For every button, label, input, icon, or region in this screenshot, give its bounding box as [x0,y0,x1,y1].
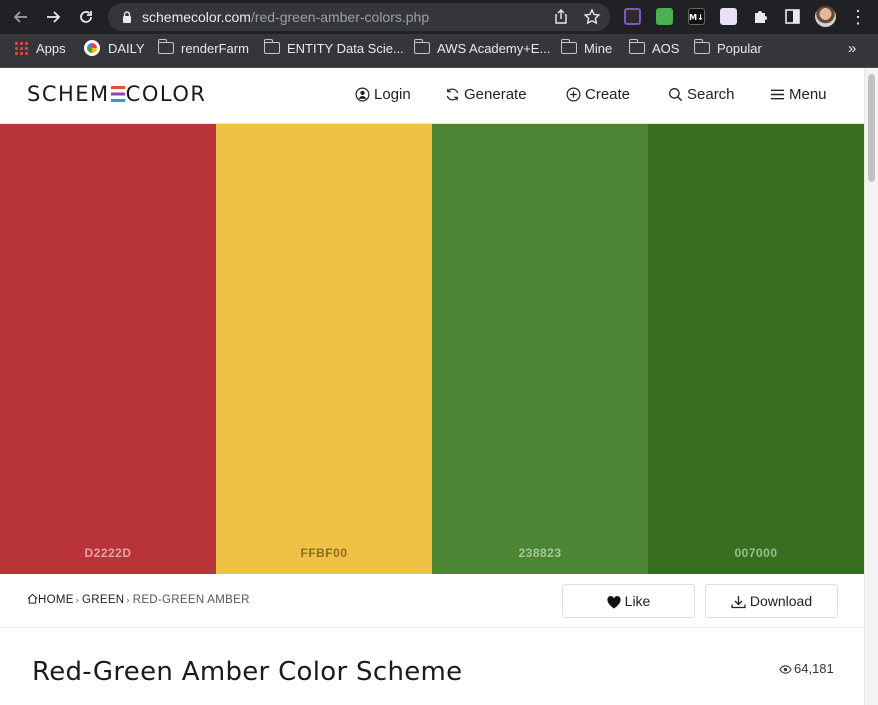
bookmark-entity[interactable]: ENTITY Data Scie... [263,34,404,64]
folder-icon [263,39,280,54]
login-label: Login [374,86,411,103]
daily-icon [84,40,100,56]
breadcrumb-home[interactable]: HOME [38,594,74,606]
menu-label: Menu [789,86,827,103]
download-label: Download [749,593,813,609]
color-swatch-3[interactable]: 238823 [432,124,648,574]
create-link[interactable]: Create [566,84,630,106]
folder-icon [157,39,174,54]
page-scrollbar[interactable] [864,68,878,705]
swatch-hex-code: 238823 [518,546,562,560]
refresh-icon [446,88,459,101]
site-logo[interactable]: SCHEM COLOR [27,82,206,106]
extension-chart-icon[interactable] [624,8,641,25]
forward-button[interactable] [42,6,64,28]
site-header: SCHEM COLOR Login Generate Create Search … [0,68,864,124]
scrollbar-thumb[interactable] [868,74,875,182]
bookmark-label: renderFarm [181,41,249,56]
browser-toolbar: schemecolor.com/red-green-amber-colors.p… [0,0,878,34]
search-icon [669,88,683,102]
apps-grid-icon [14,41,28,55]
search-link[interactable]: Search [668,84,735,106]
bookmark-label: Mine [584,41,613,56]
breadcrumb: HOME › GREEN › RED-GREEN AMBER [27,592,250,608]
side-panel-icon[interactable] [784,8,801,25]
profile-avatar[interactable] [815,6,836,27]
folder-icon [628,39,645,54]
reload-icon [80,11,92,23]
puzzle-icon [755,11,767,23]
bookmark-mine[interactable]: Mine [560,34,613,64]
breadcrumb-category[interactable]: GREEN [82,594,124,606]
hamburger-icon [770,89,785,100]
url-text: schemecolor.com/red-green-amber-colors.p… [142,3,429,31]
eye-icon [779,665,792,674]
folder-icon [693,39,710,54]
color-swatch-2[interactable]: FFBF00 [216,124,432,574]
bookmark-renderfarm[interactable]: renderFarm [157,34,249,64]
bookmark-label: Apps [36,41,66,56]
like-button[interactable]: Like [562,584,695,618]
browser-menu-icon[interactable]: ⋮ [848,6,868,28]
arrow-right-icon [47,11,61,23]
extensions-puzzle-icon[interactable] [752,8,769,25]
logo-text-left: SCHEM [27,82,110,106]
bookmark-label: AWS Academy+E... [437,41,551,56]
breadcrumb-separator-icon: › [75,595,80,605]
login-link[interactable]: Login [355,84,411,106]
search-label: Search [687,86,735,103]
view-count-value: 64,181 [794,661,834,676]
logo-e-mark-icon [110,86,125,102]
sidebar-icon [785,9,800,24]
bookmark-aos[interactable]: AOS [628,34,680,64]
logo-text-right: COLOR [125,82,207,106]
extension-printer-icon[interactable] [656,8,673,25]
bookmarks-bar: Apps DAILY renderFarm ENTITY Data Scie..… [0,34,878,68]
user-circle-icon [355,87,370,102]
menu-link[interactable]: Menu [770,84,827,106]
bookmark-label: ENTITY Data Scie... [287,41,404,56]
arrow-left-icon [13,11,27,23]
heart-icon [607,596,621,609]
bookmark-star-icon[interactable] [582,7,602,27]
extension-markdown-icon[interactable]: M↓ [688,8,705,25]
like-label: Like [624,593,651,609]
url-host: schemecolor.com [142,9,251,25]
swatch-hex-code: 007000 [734,546,778,560]
color-swatch-1[interactable]: D2222D [0,124,216,574]
generate-label: Generate [464,86,527,103]
breadcrumb-separator-icon: › [126,595,130,605]
home-icon [27,593,38,604]
plus-circle-icon [566,87,581,102]
generate-link[interactable]: Generate [445,84,527,106]
bookmark-label: Popular [717,41,762,56]
color-swatch-4[interactable]: 007000 [648,124,864,574]
reload-button[interactable] [75,6,97,28]
bookmark-aws[interactable]: AWS Academy+E... [413,34,551,64]
bookmark-label: AOS [652,41,680,56]
more-bookmarks-button[interactable]: » [848,34,856,64]
share-icon[interactable] [551,7,571,27]
folder-icon [560,39,577,54]
color-palette: D2222D FFBF00 238823 007000 [0,124,864,574]
section-divider [0,627,864,628]
back-button[interactable] [10,6,32,28]
bookmark-apps[interactable]: Apps [14,34,66,64]
bookmark-label: DAILY [108,41,145,56]
folder-icon [413,39,430,54]
download-icon [731,596,746,609]
url-path: /red-green-amber-colors.php [250,9,430,25]
create-label: Create [585,86,631,103]
lock-icon [123,11,131,23]
breadcrumb-current: RED-GREEN AMBER [132,594,250,606]
swatch-hex-code: FFBF00 [300,546,348,560]
extension-cat-icon[interactable] [720,8,737,25]
page-title: Red-Green Amber Color Scheme [32,657,463,687]
address-bar[interactable]: schemecolor.com/red-green-amber-colors.p… [108,3,610,31]
view-count: 64,181 [779,661,834,676]
bookmark-daily[interactable]: DAILY [84,34,145,64]
swatch-hex-code: D2222D [84,546,132,560]
download-button[interactable]: Download [705,584,838,618]
bookmark-popular[interactable]: Popular [693,34,762,64]
